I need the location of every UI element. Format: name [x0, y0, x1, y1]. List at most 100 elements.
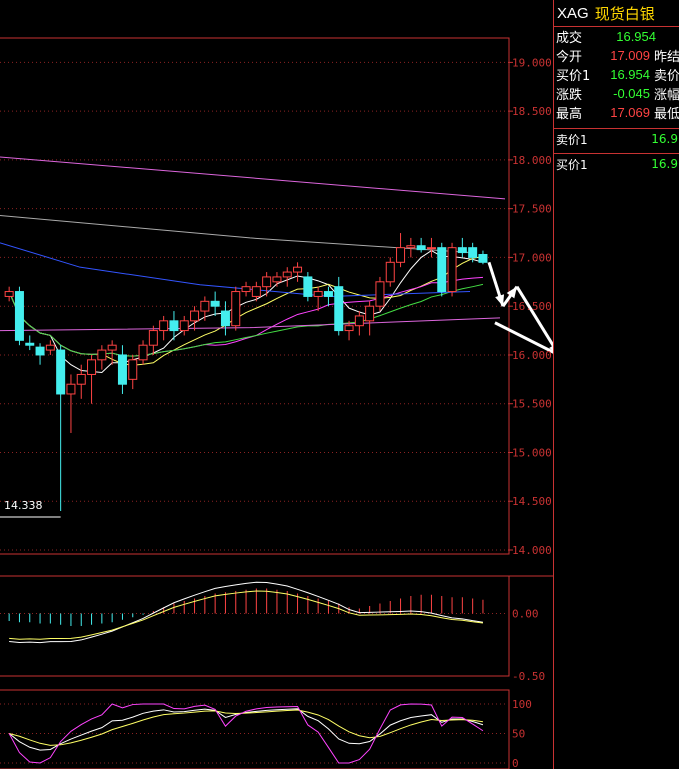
ma-long-line	[0, 214, 471, 254]
y-tick-label: 15.000	[512, 446, 552, 459]
order-book-label: 买价1	[556, 157, 588, 172]
candle-body	[117, 354, 127, 385]
candle-body	[210, 300, 220, 307]
chart-grid	[0, 37, 553, 769]
quote-value: 17.069	[610, 105, 650, 120]
macd-panel	[8, 581, 484, 644]
moving-average-lines	[0, 156, 506, 374]
candle-body	[282, 271, 292, 278]
candle-body	[293, 266, 303, 273]
candle-body	[385, 261, 395, 283]
quote-label: 最高	[556, 107, 583, 122]
quote-label-secondary: 涨幅	[653, 88, 679, 103]
candle-body	[323, 291, 333, 297]
y-tick-label: 16.500	[512, 300, 552, 313]
candle-body	[313, 291, 323, 297]
kdj-tick-label: 50	[512, 728, 525, 741]
order-book-value: 16.9	[651, 132, 678, 146]
candle-body	[200, 300, 210, 312]
kdj-d-line	[9, 709, 484, 746]
candle-body	[97, 349, 107, 361]
low-price-label: 14.338	[4, 499, 43, 512]
order-book-row: 买价1 16.9	[554, 153, 679, 174]
candle-body	[190, 310, 200, 322]
quote-label-secondary: 最低	[653, 107, 679, 122]
candle-body	[354, 315, 364, 327]
quote-value: 17.009	[610, 48, 650, 63]
candle-body	[107, 344, 117, 351]
quote-value: 16.954	[610, 67, 650, 82]
kdj-tick-label: 100	[512, 698, 532, 711]
panel-frame	[0, 689, 510, 769]
symbol-code: XAG	[557, 4, 589, 22]
ma5-line	[8, 250, 484, 374]
chart-canvas: 19.000 18.500 18.000 17.500 17.000 16.500 16.0…	[0, 37, 553, 769]
y-tick-label: 16.000	[512, 349, 552, 362]
quote-panel: XAG 现货白银 成交 16.954 今开 17.009 昨结 买价1 16.954 卖价 涨跌…	[553, 0, 679, 769]
y-tick-label: 18.000	[512, 154, 552, 167]
quote-value: -0.045	[613, 86, 650, 101]
y-tick-label: 17.000	[512, 251, 552, 264]
candle-body	[272, 276, 282, 283]
projection-segment	[515, 285, 553, 349]
candle-body	[334, 286, 344, 332]
kdj-tick-label: 0	[512, 757, 519, 769]
y-tick-label: 14.000	[512, 544, 552, 557]
quote-label: 今开	[556, 50, 583, 65]
candle-body	[406, 245, 416, 249]
candle-body	[426, 247, 436, 250]
quote-row: 成交 16.954	[554, 27, 679, 46]
quote-row: 最高 17.069 最低	[554, 103, 679, 122]
candle-body	[303, 276, 313, 297]
candle-body	[128, 359, 138, 380]
candle-body	[76, 373, 86, 385]
order-book-value: 16.9	[651, 157, 678, 171]
panel-header: XAG 现货白银	[554, 0, 679, 27]
ma-long-line	[0, 317, 501, 332]
candle-body	[262, 276, 272, 288]
macd-tick-label: 0.00	[512, 608, 539, 621]
quote-value: 16.954	[616, 29, 656, 44]
ma-long-line	[0, 156, 506, 200]
candle-body	[159, 320, 169, 332]
order-book-row: 卖价1 16.9	[554, 128, 679, 149]
kdj-k-line	[8, 708, 484, 751]
quote-row: 涨跌 -0.045 涨幅	[554, 84, 679, 103]
y-tick-label: 14.500	[512, 495, 552, 508]
order-book-label: 卖价1	[556, 132, 588, 147]
y-tick-label: 18.500	[512, 105, 552, 118]
candle-body	[179, 320, 189, 332]
candle-body	[416, 245, 426, 251]
quote-label-secondary: 卖价	[653, 69, 679, 84]
candle-body	[45, 344, 55, 351]
candle-body	[396, 247, 406, 263]
candle-body	[447, 247, 457, 293]
candle-body	[220, 310, 230, 327]
candlestick-series	[0, 233, 488, 518]
symbol-name: 现货白银	[594, 4, 655, 23]
candle-body	[148, 330, 158, 346]
y-tick-label: 17.500	[512, 203, 552, 216]
candle-body	[138, 344, 148, 361]
candle-body	[365, 305, 375, 322]
projection-arrows	[487, 261, 553, 354]
quote-row: 今开 17.009 昨结	[554, 46, 679, 65]
candle-body	[478, 254, 488, 263]
candle-body	[35, 346, 45, 356]
ma10-line	[8, 255, 484, 366]
candle-body	[241, 286, 251, 293]
candle-body	[14, 291, 24, 341]
quote-row: 买价1 16.954 卖价	[554, 65, 679, 84]
candle-body	[344, 325, 354, 332]
candle-body	[437, 247, 447, 293]
quote-rows: 成交 16.954 今开 17.009 昨结 买价1 16.954 卖价 涨跌 -0.045 涨幅最…	[554, 27, 679, 122]
candle-body	[25, 342, 35, 346]
axis-labels: 19.000 18.500 18.000 17.500 17.000 16.500 16.0…	[4, 56, 552, 769]
candle-body	[457, 247, 467, 254]
candle-body	[169, 320, 179, 332]
candle-body	[251, 286, 261, 297]
order-book: 卖价1 16.9 买价1 16.9	[554, 128, 679, 174]
candle-body	[66, 383, 76, 395]
candle-body	[468, 247, 478, 258]
candle-body	[4, 291, 14, 297]
